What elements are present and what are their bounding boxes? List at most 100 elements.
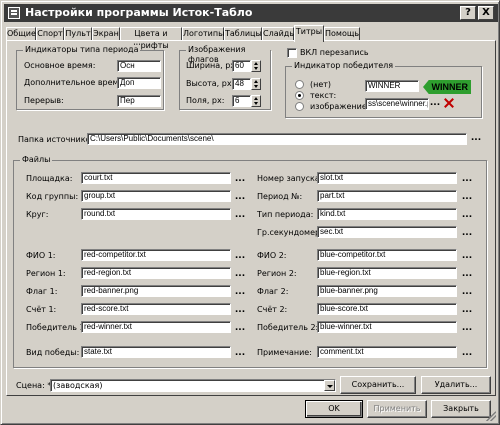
file-browse-region1[interactable]: ... xyxy=(234,270,246,282)
source-folder-label: Папка источников: xyxy=(18,135,98,144)
flag-padding-input[interactable]: 6 xyxy=(232,95,251,107)
period-indicators-title: Индикаторы типа периода xyxy=(23,45,141,55)
file-browse-group[interactable]: ... xyxy=(234,193,246,205)
file-label-win-type: Вид победы: xyxy=(26,348,80,357)
tab-screen[interactable]: Экран xyxy=(92,27,120,41)
file-input-stopwatch[interactable]: sec.txt xyxy=(317,226,457,238)
file-browse-score1[interactable]: ... xyxy=(234,306,246,318)
winner-none-label: (нет) xyxy=(310,80,332,89)
file-input-winner1[interactable]: red-winner.txt xyxy=(81,321,231,333)
file-input-group[interactable]: group.txt xyxy=(81,190,231,202)
apply-button: Применить xyxy=(367,400,427,418)
file-browse-flag1[interactable]: ... xyxy=(234,288,246,300)
x-icon[interactable] xyxy=(444,98,454,108)
file-input-region2[interactable]: blue-region.txt xyxy=(317,267,457,279)
tab-sport[interactable]: Спорт xyxy=(36,27,64,41)
file-browse-court[interactable]: ... xyxy=(234,175,246,187)
file-browse-name2[interactable]: ... xyxy=(461,252,473,264)
tab-tables[interactable]: Таблицы xyxy=(224,27,262,41)
file-browse-flag2[interactable]: ... xyxy=(461,288,473,300)
winner-text-input[interactable]: WINNER xyxy=(365,80,419,92)
delete-scene-button[interactable]: Удалить... xyxy=(421,376,491,394)
tab-slides[interactable]: Слайды xyxy=(262,27,296,41)
source-folder-input[interactable]: C:\Users\Public\Documents\scene\ xyxy=(87,133,467,145)
file-browse-round[interactable]: ... xyxy=(234,211,246,223)
window-title: Настройки программы Исток-Табло xyxy=(25,6,253,19)
file-input-score2[interactable]: blue-score.txt xyxy=(317,303,457,315)
file-input-period-kind[interactable]: kind.txt xyxy=(317,208,457,220)
file-browse-comment[interactable]: ... xyxy=(461,349,473,361)
file-browse-win-type[interactable]: ... xyxy=(234,349,246,361)
winner-image-input[interactable]: ss\scene\winner.png xyxy=(365,98,429,110)
file-browse-name1[interactable]: ... xyxy=(234,252,246,264)
close-button[interactable]: Закрыть xyxy=(431,400,491,418)
file-input-win-type[interactable]: state.txt xyxy=(81,346,231,358)
file-input-name2[interactable]: blue-competitor.txt xyxy=(317,249,457,261)
file-browse-period-no[interactable]: ... xyxy=(461,193,473,205)
file-input-flag2[interactable]: blue-banner.png xyxy=(317,285,457,297)
file-label-period-kind: Тип периода: xyxy=(257,210,314,219)
file-input-name1[interactable]: red-competitor.txt xyxy=(81,249,231,261)
winner-image-radio[interactable] xyxy=(295,102,304,111)
file-input-region1[interactable]: red-region.txt xyxy=(81,267,231,279)
source-folder-browse-button[interactable]: ... xyxy=(470,134,482,146)
flag-height-spinner[interactable] xyxy=(251,78,261,90)
winner-image-label: изображение: xyxy=(310,102,370,111)
file-label-comment: Примечание: xyxy=(257,348,312,357)
file-label-stopwatch: Гр.секундомер: xyxy=(257,228,323,237)
file-browse-winner2[interactable]: ... xyxy=(461,324,473,336)
file-browse-winner1[interactable]: ... xyxy=(234,324,246,336)
help-button[interactable]: ? xyxy=(460,6,476,20)
tab-logos[interactable]: Логотипы xyxy=(182,27,224,41)
winner-indicator-title: Индикатор победителя xyxy=(292,61,396,71)
file-input-flag1[interactable]: red-banner.png xyxy=(81,285,231,297)
settings-window: Настройки программы Исток-Табло ? X Общи… xyxy=(0,0,500,425)
tab-general[interactable]: Общие xyxy=(6,27,36,41)
file-input-score1[interactable]: red-score.txt xyxy=(81,303,231,315)
tab-remote[interactable]: Пульт xyxy=(64,27,92,41)
file-browse-period-kind[interactable]: ... xyxy=(461,211,473,223)
scene-select[interactable]: (заводская) xyxy=(50,379,336,392)
flag-width-spinner[interactable] xyxy=(251,60,261,72)
break-input[interactable]: Пер xyxy=(117,95,161,107)
file-label-round: Круг: xyxy=(26,210,49,219)
save-scene-button[interactable]: Сохранить... xyxy=(340,376,416,394)
flag-width-label: Ширина, px: xyxy=(186,61,238,70)
flag-height-label: Высота, px: xyxy=(186,79,235,88)
file-label-group: Код группы: xyxy=(26,192,79,201)
flag-height-input[interactable]: 48 xyxy=(232,78,251,90)
winner-none-radio[interactable] xyxy=(295,80,304,89)
flag-padding-spinner[interactable] xyxy=(251,95,261,107)
file-input-period-no[interactable]: part.txt xyxy=(317,190,457,202)
file-label-winner2: Победитель 2: xyxy=(257,323,319,332)
file-label-name1: ФИО 1: xyxy=(26,251,56,260)
file-browse-stopwatch[interactable]: ... xyxy=(461,229,473,241)
file-browse-region2[interactable]: ... xyxy=(461,270,473,282)
winner-text-radio[interactable] xyxy=(295,91,304,100)
file-input-round[interactable]: round.txt xyxy=(81,208,231,220)
extra-time-input[interactable]: Доп xyxy=(117,77,161,89)
file-label-flag1: Флаг 1: xyxy=(26,287,58,296)
file-browse-score2[interactable]: ... xyxy=(461,306,473,318)
chevron-down-icon[interactable] xyxy=(324,380,335,391)
tab-help[interactable]: Помощь xyxy=(324,27,360,41)
close-window-button[interactable]: X xyxy=(478,6,494,20)
tab-colors-fonts[interactable]: Цвета и шрифты xyxy=(120,27,182,50)
tab-titles[interactable]: Титры xyxy=(294,25,324,42)
ok-button[interactable]: OK xyxy=(305,400,363,418)
main-time-input[interactable]: Осн xyxy=(117,60,161,72)
file-browse-slot[interactable]: ... xyxy=(461,175,473,187)
winner-image-browse-button[interactable]: ... xyxy=(429,99,441,111)
title-bar: Настройки программы Исток-Табло ? X xyxy=(4,4,498,22)
files-title: Файлы xyxy=(20,155,53,165)
scene-select-value: (заводская) xyxy=(53,381,103,390)
overwrite-checkbox[interactable] xyxy=(287,48,297,58)
file-input-court[interactable]: court.txt xyxy=(81,172,231,184)
file-input-slot[interactable]: slot.txt xyxy=(317,172,457,184)
flag-width-input[interactable]: 60 xyxy=(232,60,251,72)
file-input-comment[interactable]: comment.txt xyxy=(317,346,457,358)
file-label-region2: Регион 2: xyxy=(257,269,297,278)
resize-grip[interactable] xyxy=(486,411,496,421)
file-label-flag2: Флаг 2: xyxy=(257,287,289,296)
file-input-winner2[interactable]: blue-winner.txt xyxy=(317,321,457,333)
